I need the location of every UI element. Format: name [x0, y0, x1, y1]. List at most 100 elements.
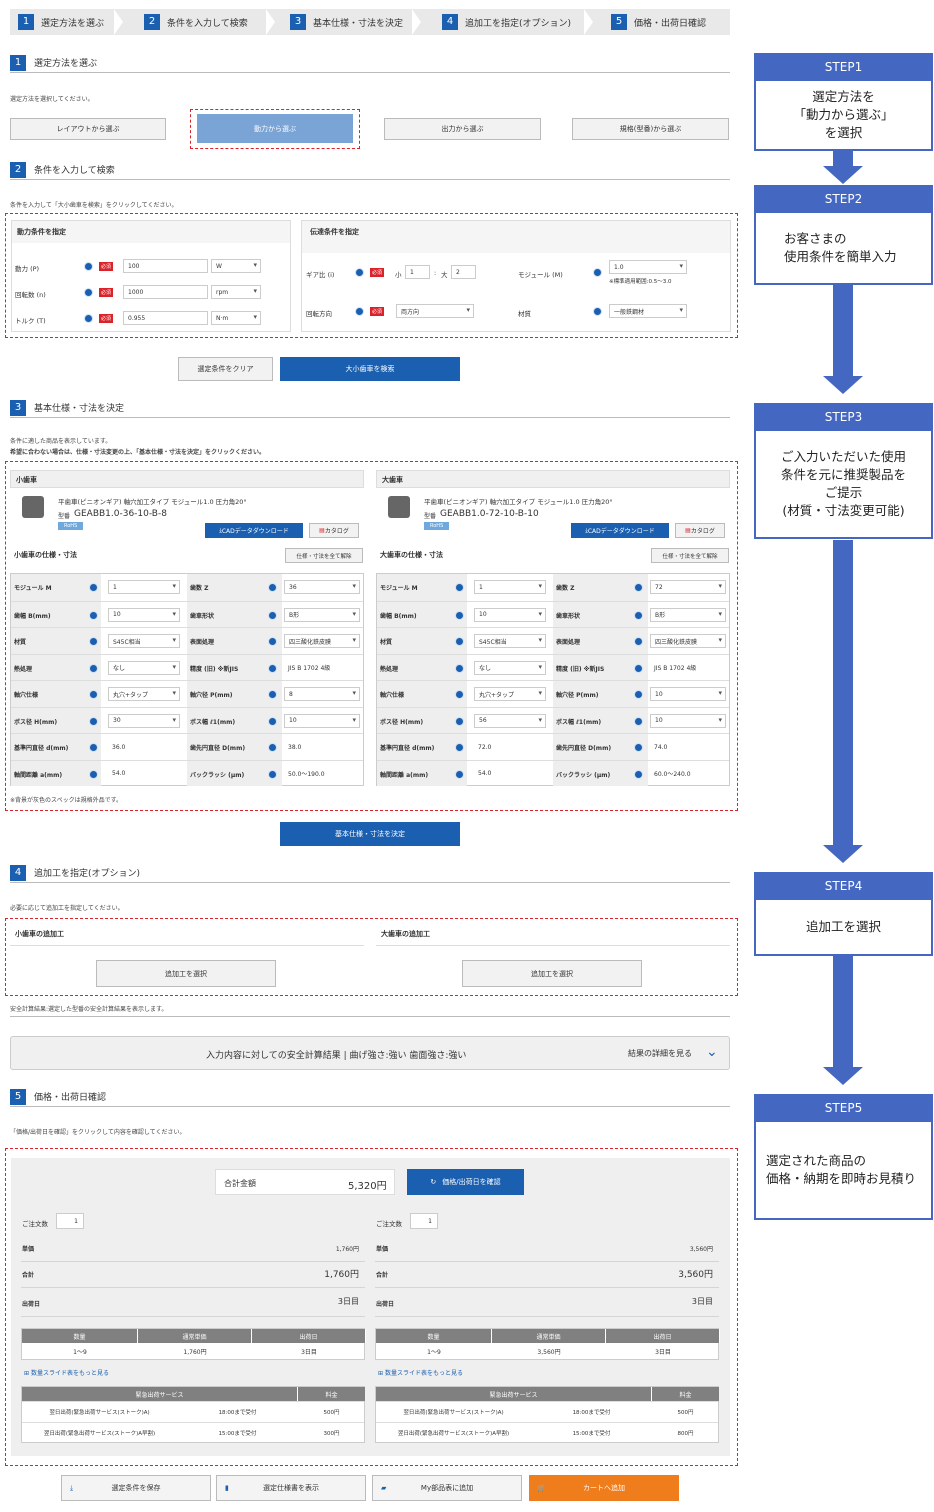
torque-input[interactable]: 0.955 [123, 311, 208, 325]
spec-value[interactable]: 四三酸化鉄皮膜 [650, 634, 726, 648]
confirm-price-button[interactable]: ↻ 価格/出荷日を確認 [407, 1169, 524, 1195]
info-icon[interactable] [455, 637, 464, 646]
info-icon[interactable] [268, 716, 277, 726]
info-icon[interactable] [593, 268, 602, 277]
spec-value[interactable]: 丸穴+タップ [108, 687, 180, 701]
spec-value[interactable]: 10 [650, 713, 726, 728]
clear-conditions-button[interactable]: 選定条件をクリア [178, 357, 273, 381]
cad-download-button[interactable]: ⤓ CADデータダウンロード [205, 523, 303, 538]
step-1[interactable]: 1 選定方法を選ぶ [18, 9, 104, 35]
direction-select[interactable]: 両方向 [396, 304, 474, 318]
product-name[interactable]: 平歯車(ピニオンギア) 軸穴加工タイプ モジュール1.0 圧力角20° [424, 496, 613, 506]
info-icon[interactable] [84, 288, 93, 297]
power-select-button[interactable]: 動力から選ぶ [197, 114, 353, 143]
step-4[interactable]: 4 追加工を指定(オプション) [442, 9, 571, 35]
info-icon[interactable] [455, 769, 464, 779]
info-icon[interactable] [89, 690, 98, 699]
info-icon[interactable] [89, 769, 98, 779]
more-quantity-link[interactable]: ⊞ 数量スライド表をもっと見る [24, 1368, 109, 1377]
spec-value[interactable]: S45C相当 [108, 634, 180, 648]
spec-value[interactable]: B形 [650, 607, 726, 622]
info-icon[interactable] [634, 637, 643, 646]
info-icon[interactable] [593, 307, 602, 316]
info-icon[interactable] [455, 663, 464, 673]
ratio-large-input[interactable]: 2 [451, 265, 476, 279]
spec-value[interactable]: 8 [284, 687, 360, 701]
more-quantity-link[interactable]: ⊞ 数量スライド表をもっと見る [378, 1368, 463, 1377]
info-icon[interactable] [268, 690, 277, 699]
info-icon[interactable] [268, 637, 277, 646]
rpm-unit-select[interactable]: rpm [211, 285, 261, 299]
layout-select-button[interactable]: レイアウトから選ぶ [10, 118, 166, 140]
catalog-button[interactable]: ▤ カタログ [309, 523, 359, 538]
cad-download-button[interactable]: ⤓ CADデータダウンロード [571, 523, 669, 538]
info-icon[interactable] [268, 583, 277, 592]
quantity-input[interactable]: 1 [410, 1213, 438, 1229]
quantity-input[interactable]: 1 [56, 1213, 84, 1229]
spec-value[interactable]: 36 [284, 580, 360, 594]
release-all-button[interactable]: 仕様・寸法を全て解除 [285, 548, 363, 563]
info-icon[interactable] [355, 307, 364, 316]
release-all-button[interactable]: 仕様・寸法を全て解除 [651, 548, 729, 563]
spec-value[interactable]: S45C相当 [474, 634, 546, 648]
small-gear-processing-button[interactable]: 追加工を選択 [96, 960, 276, 987]
info-icon[interactable] [89, 610, 98, 620]
spec-value[interactable]: 56 [474, 713, 546, 728]
info-icon[interactable] [355, 268, 364, 277]
torque-unit-select[interactable]: N·m [211, 311, 261, 325]
info-icon[interactable] [89, 583, 98, 592]
rpm-input[interactable]: 1000 [123, 285, 208, 299]
module-select[interactable]: 1.0 [609, 260, 687, 274]
info-icon[interactable] [268, 610, 277, 620]
material-select[interactable]: 一般鉄鋼材 [609, 304, 687, 318]
info-icon[interactable] [89, 637, 98, 646]
standard-select-button[interactable]: 規格(型番)から選ぶ [572, 118, 729, 140]
chevron-down-icon[interactable]: ⌄ [706, 1044, 718, 1060]
info-icon[interactable] [634, 583, 643, 592]
info-icon[interactable] [455, 690, 464, 699]
spec-value[interactable]: 10 [474, 607, 546, 622]
spec-value[interactable]: B形 [284, 607, 360, 622]
info-icon[interactable] [634, 716, 643, 726]
power-unit-select[interactable]: W [211, 259, 261, 273]
search-gears-button[interactable]: 大小歯車を検索 [280, 357, 460, 381]
spec-value[interactable]: 四三酸化鉄皮膜 [284, 634, 360, 648]
step-2[interactable]: 2 条件を入力して検索 [144, 9, 248, 35]
info-icon[interactable] [89, 663, 98, 673]
info-icon[interactable] [455, 583, 464, 592]
power-input[interactable]: 100 [123, 259, 208, 273]
output-select-button[interactable]: 出力から選ぶ [384, 118, 541, 140]
safety-result-bar[interactable]: 入力内容に対しての安全計算結果 | 曲げ強さ:強い 歯面強さ:強い 結果の詳細を… [10, 1036, 730, 1070]
info-icon[interactable] [455, 610, 464, 620]
info-icon[interactable] [634, 690, 643, 699]
safety-detail-link[interactable]: 結果の詳細を見る [628, 1048, 692, 1059]
info-icon[interactable] [634, 743, 643, 752]
info-icon[interactable] [268, 743, 277, 752]
large-gear-processing-button[interactable]: 追加工を選択 [462, 960, 642, 987]
spec-value[interactable]: 10 [108, 607, 180, 622]
show-spec-sheet-button[interactable]: ▮ 選定仕様書を表示 [216, 1475, 366, 1501]
add-to-cart-button[interactable]: 🛒 カートへ追加 [529, 1475, 679, 1501]
product-name[interactable]: 平歯車(ピニオンギア) 軸穴加工タイプ モジュール1.0 圧力角20° [58, 496, 247, 506]
info-icon[interactable] [89, 716, 98, 726]
decide-spec-button[interactable]: 基本仕様・寸法を決定 [280, 822, 460, 846]
spec-value[interactable]: なし [474, 660, 546, 675]
info-icon[interactable] [455, 716, 464, 726]
info-icon[interactable] [634, 769, 643, 779]
save-conditions-button[interactable]: ⤓ 選定条件を保存 [61, 1475, 211, 1501]
info-icon[interactable] [268, 769, 277, 779]
spec-value[interactable]: 1 [474, 580, 546, 594]
spec-value[interactable]: 30 [108, 713, 180, 728]
step-5[interactable]: 5 価格・出荷日確認 [611, 9, 706, 35]
info-icon[interactable] [89, 743, 98, 752]
info-icon[interactable] [84, 314, 93, 323]
spec-value[interactable]: 72 [650, 580, 726, 594]
step-3[interactable]: 3 基本仕様・寸法を決定 [290, 9, 403, 35]
spec-value[interactable]: 丸穴+タップ [474, 687, 546, 701]
info-icon[interactable] [455, 743, 464, 752]
spec-value[interactable]: 10 [650, 687, 726, 701]
spec-value[interactable]: なし [108, 660, 180, 675]
info-icon[interactable] [634, 610, 643, 620]
spec-value[interactable]: 1 [108, 580, 180, 594]
ratio-small-input[interactable]: 1 [405, 265, 430, 279]
